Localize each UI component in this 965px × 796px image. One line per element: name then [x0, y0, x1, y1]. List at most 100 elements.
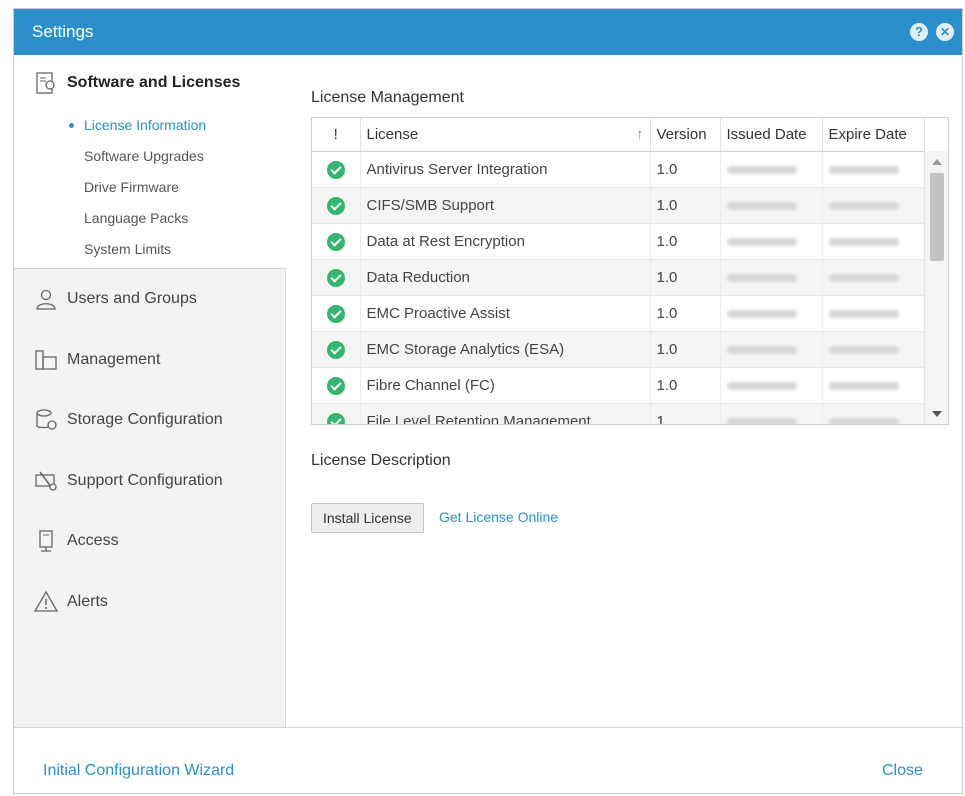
sidebar-item-label: Alerts [67, 593, 108, 610]
table-row[interactable]: CIFS/SMB Support 1.0 [312, 187, 925, 224]
license-name: EMC Storage Analytics (ESA) [360, 331, 651, 368]
issued-date-redacted [726, 166, 797, 174]
license-name: File Level Retention Management [360, 403, 651, 424]
storage-config-icon [34, 408, 58, 432]
subitem-system-limits[interactable]: System Limits [84, 241, 171, 257]
issued-date-redacted [726, 202, 797, 210]
column-header-version[interactable]: Version [650, 118, 721, 152]
issued-date-redacted [726, 418, 797, 424]
active-bullet [69, 123, 74, 128]
issued-date-redacted [726, 310, 797, 318]
table-row[interactable]: Fibre Channel (FC) 1.0 [312, 367, 925, 404]
license-name: EMC Proactive Assist [360, 295, 651, 332]
license-version: 1.0 [650, 151, 721, 188]
table-header-row: ! License ↑ Version Issued Date Expire D… [312, 118, 925, 152]
license-description-title: License Description [311, 452, 451, 469]
check-icon [326, 232, 345, 251]
license-table: ! License ↑ Version Issued Date Expire D… [311, 117, 949, 425]
table-row[interactable]: Antivirus Server Integration 1.0 [312, 151, 925, 188]
table-row[interactable]: EMC Storage Analytics (ESA) 1.0 [312, 331, 925, 368]
sidebar-item-access[interactable]: Access [34, 529, 119, 553]
footer: Initial Configuration Wizard Close [14, 727, 962, 793]
expire-date-redacted [828, 202, 899, 210]
check-icon [326, 304, 345, 323]
subitem-license-information[interactable]: License Information [69, 117, 207, 133]
initial-configuration-wizard-link[interactable]: Initial Configuration Wizard [43, 762, 234, 780]
sidebar-item-label: Storage Configuration [67, 411, 223, 428]
expire-date-redacted [828, 310, 899, 318]
close-link[interactable]: Close [882, 762, 923, 780]
sidebar-item-support-configuration[interactable]: Support Configuration [34, 469, 223, 493]
check-icon [326, 160, 345, 179]
subitem-drive-firmware[interactable]: Drive Firmware [84, 179, 179, 195]
sidebar-item-label: Software and Licenses [67, 74, 241, 91]
license-name: Data Reduction [360, 259, 651, 296]
sidebar-item-label: Management [67, 351, 161, 368]
table-scrollbar[interactable] [924, 151, 948, 424]
expire-date-redacted [828, 382, 899, 390]
close-icon[interactable]: ✕ [936, 23, 954, 41]
user-icon [34, 287, 58, 311]
sidebar-item-software-and-licenses[interactable]: Software and Licenses [34, 71, 240, 95]
issued-date-redacted [726, 274, 797, 282]
table-row[interactable]: Data at Rest Encryption 1.0 [312, 223, 925, 260]
sort-ascending-icon: ↑ [636, 126, 644, 143]
license-version: 1.0 [650, 259, 721, 296]
license-version: 1.0 [650, 367, 721, 404]
scroll-up-icon[interactable] [932, 159, 942, 165]
sidebar-active-section: Software and Licenses License Informatio… [14, 55, 286, 269]
column-header-issued-date[interactable]: Issued Date [720, 118, 823, 152]
sidebar: Software and Licenses License Informatio… [14, 55, 286, 727]
check-icon [326, 340, 345, 359]
license-name: Data at Rest Encryption [360, 223, 651, 260]
support-config-icon [34, 469, 58, 493]
issued-date-redacted [726, 382, 797, 390]
license-version: 1.0 [650, 223, 721, 260]
sidebar-item-label: Users and Groups [67, 290, 197, 307]
expire-date-redacted [828, 166, 899, 174]
license-name: Antivirus Server Integration [360, 151, 651, 188]
expire-date-redacted [828, 418, 899, 424]
license-management-title: License Management [311, 89, 464, 106]
table-row[interactable]: Data Reduction 1.0 [312, 259, 925, 296]
titlebar: Settings ? ✕ [14, 9, 962, 55]
window-title: Settings [32, 22, 94, 41]
table-row[interactable]: File Level Retention Management 1 [312, 403, 925, 424]
column-header-status[interactable]: ! [312, 118, 361, 152]
install-license-button[interactable]: Install License [311, 503, 424, 533]
software-license-icon [34, 71, 58, 95]
scrollbar-thumb[interactable] [930, 173, 944, 261]
get-license-online-link[interactable]: Get License Online [439, 509, 558, 525]
expire-date-redacted [828, 274, 899, 282]
license-version: 1.0 [650, 187, 721, 224]
alert-icon [33, 590, 59, 614]
sidebar-item-label: Access [67, 532, 119, 549]
sidebar-item-alerts[interactable]: Alerts [33, 590, 108, 614]
license-name: CIFS/SMB Support [360, 187, 651, 224]
check-icon [326, 268, 345, 287]
subitem-label: License Information [84, 117, 207, 133]
expire-date-redacted [828, 238, 899, 246]
issued-date-redacted [726, 346, 797, 354]
license-version: 1 [650, 403, 721, 424]
column-header-expire-date[interactable]: Expire Date [822, 118, 925, 152]
subitem-software-upgrades[interactable]: Software Upgrades [84, 148, 204, 164]
sidebar-item-users-and-groups[interactable]: Users and Groups [34, 287, 197, 311]
column-header-license[interactable]: License ↑ [360, 118, 651, 152]
scroll-down-icon[interactable] [932, 411, 942, 417]
subitem-language-packs[interactable]: Language Packs [84, 210, 188, 226]
expire-date-redacted [828, 346, 899, 354]
sidebar-item-management[interactable]: Management [34, 348, 160, 372]
sidebar-item-label: Support Configuration [67, 472, 223, 489]
check-icon [326, 376, 345, 395]
issued-date-redacted [726, 238, 797, 246]
main-content: License Management ! License ↑ Version I… [286, 55, 962, 727]
sidebar-item-storage-configuration[interactable]: Storage Configuration [34, 408, 223, 432]
check-icon [326, 412, 345, 424]
access-icon [34, 529, 58, 553]
table-row[interactable]: EMC Proactive Assist 1.0 [312, 295, 925, 332]
license-name: Fibre Channel (FC) [360, 367, 651, 404]
settings-dialog: Settings ? ✕ Software and Licenses Licen… [13, 8, 963, 794]
column-header-label: License [366, 126, 419, 143]
help-icon[interactable]: ? [910, 23, 928, 41]
